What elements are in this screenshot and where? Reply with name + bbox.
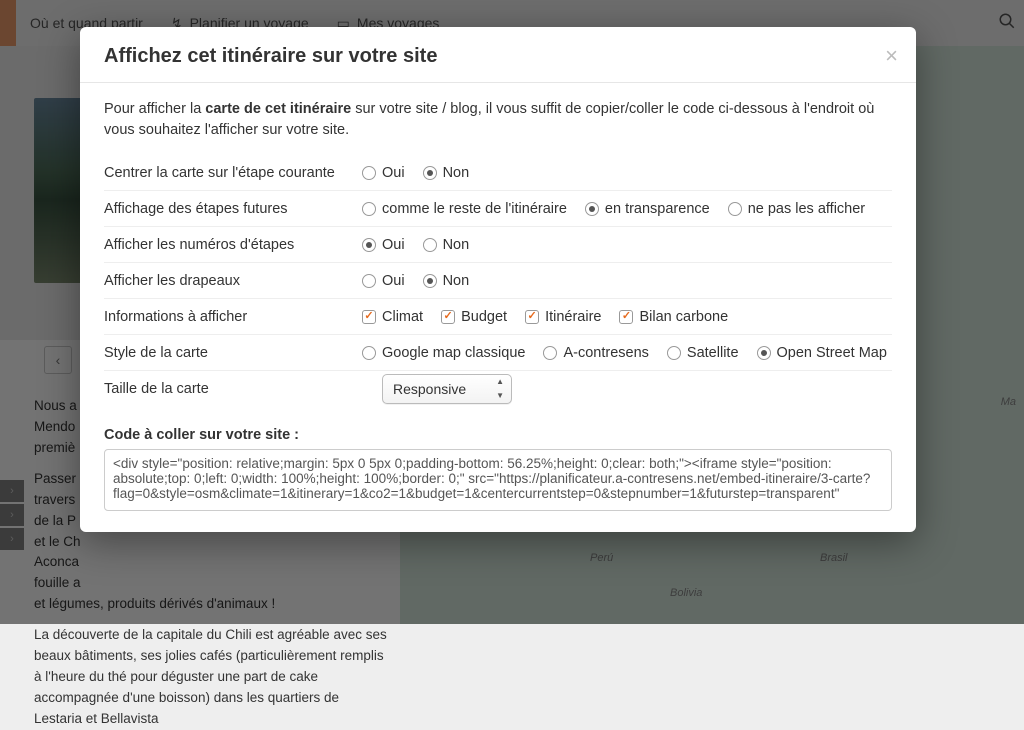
- row-center-map: Centrer la carte sur l'étape courante Ou…: [104, 155, 892, 191]
- radio-center-oui[interactable]: Oui: [362, 165, 405, 181]
- check-bilan-carbone[interactable]: Bilan carbone: [619, 309, 728, 325]
- code-label: Code à coller sur votre site :: [104, 427, 892, 443]
- row-map-size: Taille de la carte Responsive ▲ ▼: [104, 371, 892, 407]
- label-step-numbers: Afficher les numéros d'étapes: [104, 237, 362, 253]
- row-flags: Afficher les drapeaux Oui Non: [104, 263, 892, 299]
- check-itineraire[interactable]: Itinéraire: [525, 309, 601, 325]
- chevron-up-icon: ▲: [496, 378, 504, 386]
- modal-title: Affichez cet itinéraire sur votre site: [104, 45, 892, 68]
- radio-numbers-non[interactable]: Non: [423, 237, 470, 253]
- check-budget[interactable]: Budget: [441, 309, 507, 325]
- radio-style-osm[interactable]: Open Street Map: [757, 345, 887, 361]
- label-info: Informations à afficher: [104, 309, 362, 325]
- row-info: Informations à afficher Climat Budget It…: [104, 299, 892, 335]
- radio-future-hide[interactable]: ne pas les afficher: [728, 201, 865, 217]
- label-map-size: Taille de la carte: [104, 381, 362, 397]
- radio-flags-oui[interactable]: Oui: [362, 273, 405, 289]
- row-map-style: Style de la carte Google map classique A…: [104, 335, 892, 371]
- embed-code-textarea[interactable]: [104, 449, 892, 511]
- divider: [80, 82, 916, 83]
- radio-center-non[interactable]: Non: [423, 165, 470, 181]
- radio-style-google[interactable]: Google map classique: [362, 345, 525, 361]
- size-select[interactable]: Responsive ▲ ▼: [382, 374, 512, 404]
- modal-intro: Pour afficher la carte de cet itinéraire…: [104, 99, 892, 141]
- label-center-map: Centrer la carte sur l'étape courante: [104, 165, 362, 181]
- chevron-down-icon: ▼: [496, 392, 504, 400]
- label-future-steps: Affichage des étapes futures: [104, 201, 362, 217]
- row-future-steps: Affichage des étapes futures comme le re…: [104, 191, 892, 227]
- label-flags: Afficher les drapeaux: [104, 273, 362, 289]
- label-map-style: Style de la carte: [104, 345, 362, 361]
- row-step-numbers: Afficher les numéros d'étapes Oui Non: [104, 227, 892, 263]
- radio-future-same[interactable]: comme le reste de l'itinéraire: [362, 201, 567, 217]
- embed-modal: Affichez cet itinéraire sur votre site ×…: [80, 27, 916, 532]
- radio-flags-non[interactable]: Non: [423, 273, 470, 289]
- close-button[interactable]: ×: [885, 43, 898, 69]
- check-climat[interactable]: Climat: [362, 309, 423, 325]
- radio-style-satellite[interactable]: Satellite: [667, 345, 739, 361]
- radio-numbers-oui[interactable]: Oui: [362, 237, 405, 253]
- radio-future-transparent[interactable]: en transparence: [585, 201, 710, 217]
- radio-style-acontresens[interactable]: A-contresens: [543, 345, 648, 361]
